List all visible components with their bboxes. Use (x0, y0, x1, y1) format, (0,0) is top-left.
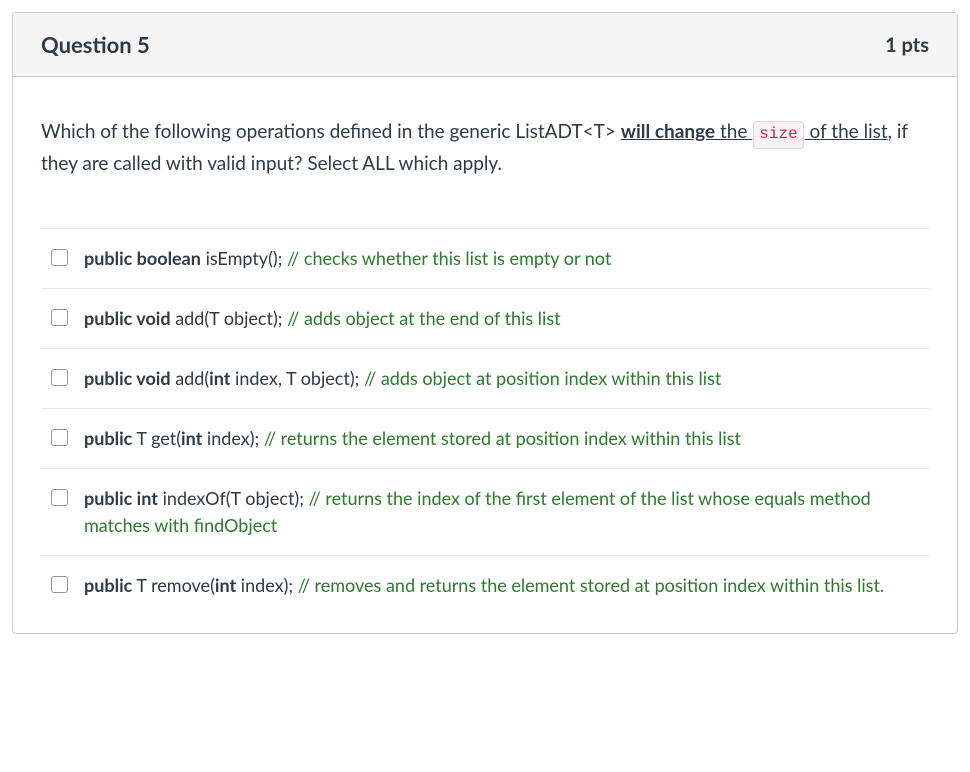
prompt-the-1: the (715, 120, 752, 143)
prompt-will-change: will change (621, 120, 715, 143)
keyword: public void (84, 367, 171, 389)
signature: add( (171, 367, 210, 389)
answer-checkbox-5[interactable] (51, 576, 68, 593)
signature: index, T object); (230, 367, 364, 389)
question-title: Question 5 (41, 31, 150, 58)
keyword: public void (84, 307, 171, 329)
prompt-text-1: Which of the following operations define… (41, 120, 621, 143)
signature: add(T object); (171, 307, 288, 329)
answer-row: public T get(int index); // returns the … (41, 408, 929, 468)
keyword: int (181, 427, 202, 449)
keyword: public boolean (84, 247, 201, 269)
answer-row: public void add(int index, T object); //… (41, 348, 929, 408)
question-body: Which of the following operations define… (13, 77, 957, 228)
answers-list: public boolean isEmpty(); // checks whet… (13, 228, 957, 633)
prompt-of-the-list: of the list (805, 120, 888, 143)
answer-label-3: public T get(int index); // returns the … (84, 425, 741, 452)
keyword: public (84, 574, 132, 596)
answer-row: public T remove(int index); // removes a… (41, 555, 929, 615)
answer-checkbox-0[interactable] (51, 249, 68, 266)
answer-label-0: public boolean isEmpty(); // checks whet… (84, 245, 611, 272)
question-points: 1 pts (885, 33, 929, 57)
answer-label-5: public T remove(int index); // removes a… (84, 572, 884, 599)
answer-checkbox-2[interactable] (51, 369, 68, 386)
comment: // adds object at the end of this list (287, 307, 561, 329)
comment: // removes and returns the element store… (298, 574, 884, 596)
keyword: int (215, 574, 236, 596)
question-prompt: Which of the following operations define… (41, 117, 929, 178)
answer-row: public void add(T object); // adds objec… (41, 288, 929, 348)
size-code-badge: size (753, 121, 803, 149)
answer-label-4: public int indexOf(T object); // returns… (84, 485, 919, 539)
comment: // adds object at position index within … (364, 367, 721, 389)
comment: // checks whether this list is empty or … (287, 247, 611, 269)
signature: indexOf(T object); (158, 487, 309, 509)
question-header: Question 5 1 pts (13, 13, 957, 77)
answer-label-2: public void add(int index, T object); //… (84, 365, 721, 392)
answer-checkbox-3[interactable] (51, 429, 68, 446)
signature: index); (202, 427, 264, 449)
signature: T remove( (132, 574, 215, 596)
keyword: public int (84, 487, 158, 509)
answer-checkbox-1[interactable] (51, 309, 68, 326)
answer-label-1: public void add(T object); // adds objec… (84, 305, 561, 332)
keyword: public (84, 427, 132, 449)
signature: index); (236, 574, 298, 596)
answer-row: public boolean isEmpty(); // checks whet… (41, 228, 929, 288)
signature: T get( (132, 427, 181, 449)
answer-row: public int indexOf(T object); // returns… (41, 468, 929, 555)
signature: isEmpty(); (201, 247, 287, 269)
keyword: int (209, 367, 230, 389)
comment: // returns the element stored at positio… (264, 427, 741, 449)
answer-checkbox-4[interactable] (51, 489, 68, 506)
question-card: Question 5 1 pts Which of the following … (12, 12, 958, 634)
